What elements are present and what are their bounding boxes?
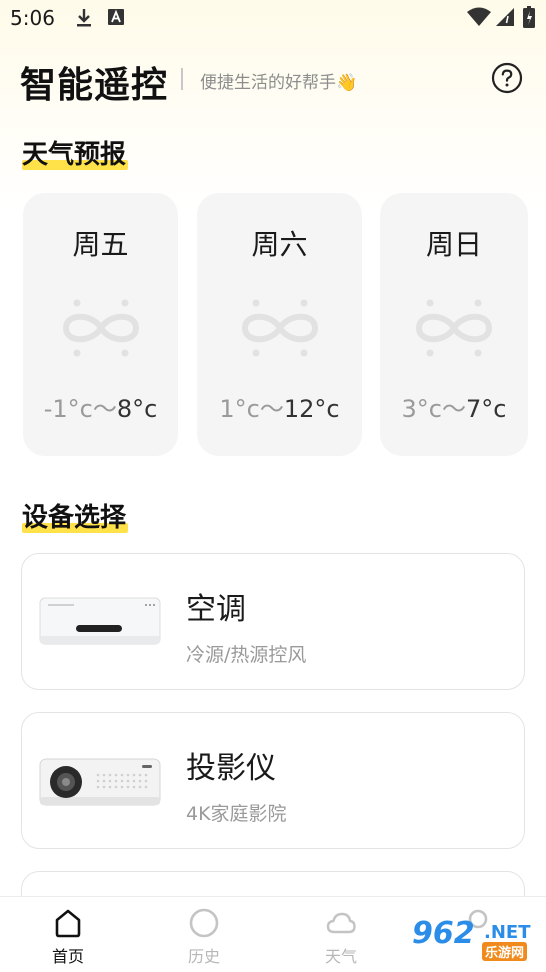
status-bar: 5:06: [0, 0, 546, 38]
infinity-icon: [241, 299, 318, 357]
temp-range: -1°c～8°c: [43, 395, 158, 423]
air-conditioner-icon: [39, 597, 161, 645]
weather-card-fri[interactable]: 周五 -1°c～8°c: [23, 193, 178, 456]
day-label: 周五: [72, 228, 129, 261]
title-divider: [181, 68, 183, 90]
device-name: 投影仪: [186, 751, 276, 786]
infinity-icon: [415, 299, 493, 357]
app-subtitle: 便捷生活的好帮手👋: [200, 73, 358, 93]
day-label: 周六: [251, 228, 308, 261]
help-icon[interactable]: [491, 62, 523, 94]
nav-label: 历史: [187, 947, 220, 966]
watermark-logo: 962 .NET 乐游网: [412, 916, 531, 961]
device-section-title: 设备选择: [22, 503, 129, 533]
nav-label: 天气: [324, 947, 357, 966]
nav-history[interactable]: 历史: [136, 897, 272, 972]
wifi-icon: [467, 7, 491, 26]
projector-icon: [39, 758, 161, 806]
status-time: 5:06: [10, 6, 55, 30]
weather-card-sat[interactable]: 周六 1°c～12°c: [197, 193, 362, 456]
temp-range: 3°c～7°c: [401, 395, 507, 423]
battery-icon: [523, 6, 535, 28]
day-label: 周日: [425, 228, 482, 261]
device-card-projector[interactable]: 投影仪 4K家庭影院: [21, 712, 525, 849]
history-icon: [189, 908, 219, 938]
signal-icon: [496, 8, 514, 26]
temp-range: 1°c～12°c: [219, 395, 340, 423]
home-icon: [55, 909, 81, 938]
device-desc: 4K家庭影院: [186, 803, 287, 825]
download-icon: [77, 9, 91, 27]
weather-section-title: 天气预报: [22, 140, 129, 170]
infinity-icon: [62, 299, 139, 357]
cloud-icon: [326, 912, 356, 934]
nav-weather[interactable]: 天气: [273, 897, 409, 972]
device-desc: 冷源/热源控风: [186, 644, 307, 666]
weather-card-sun[interactable]: 周日 3°c～7°c: [380, 193, 528, 456]
device-card-air-conditioner[interactable]: 空调 冷源/热源控风: [21, 553, 525, 690]
nav-home[interactable]: 首页: [0, 897, 136, 972]
text-a-icon: [108, 9, 124, 25]
device-name: 空调: [186, 592, 246, 627]
app-title: 智能遥控: [20, 65, 169, 106]
nav-label: 首页: [51, 947, 84, 966]
